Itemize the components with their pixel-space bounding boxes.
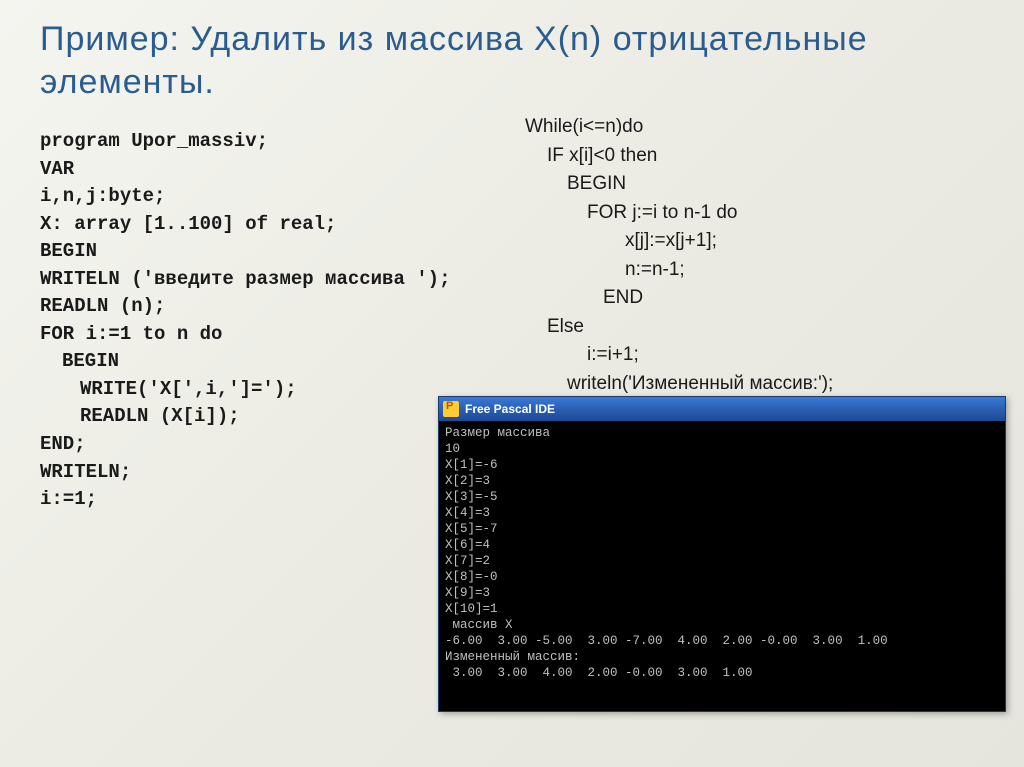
code-line: BEGIN — [525, 170, 833, 199]
ide-titlebar[interactable]: Free Pascal IDE — [439, 397, 1005, 421]
code-line: READLN (n); — [40, 293, 470, 321]
code-line: x[j]:=x[j+1]; — [525, 227, 833, 256]
code-line: program Upor_massiv; — [40, 128, 470, 156]
ide-title-text: Free Pascal IDE — [465, 402, 555, 416]
code-block-right: While(i<=n)do IF x[i]<0 then BEGIN FOR j… — [525, 113, 833, 398]
code-line: i:=1; — [40, 486, 470, 514]
code-block-left: program Upor_massiv; VAR i,n,j:byte; X: … — [40, 128, 470, 514]
code-line: i,n,j:byte; — [40, 183, 470, 211]
code-line: IF x[i]<0 then — [525, 142, 833, 171]
code-line: WRITELN; — [40, 459, 470, 487]
code-line: writeln('Измененный массив:'); — [525, 370, 833, 399]
code-line: END; — [40, 431, 470, 459]
code-line: FOR j:=i to n-1 do — [525, 199, 833, 228]
pascal-icon — [443, 401, 459, 417]
code-line: n:=n-1; — [525, 256, 833, 285]
code-line: BEGIN — [40, 238, 470, 266]
code-line: END — [525, 284, 833, 313]
slide-title: Пример: Удалить из массива X(n) отрицате… — [0, 0, 1024, 113]
code-line: While(i<=n)do — [525, 113, 833, 142]
code-line: BEGIN — [40, 348, 470, 376]
code-line: WRITELN ('введите размер массива '); — [40, 266, 470, 294]
code-line: i:=i+1; — [525, 341, 833, 370]
code-line: READLN (X[i]); — [40, 403, 470, 431]
ide-terminal: Размер массива 10 X[1]=-6 X[2]=3 X[3]=-5… — [439, 421, 1005, 711]
code-line: X: array [1..100] of real; — [40, 211, 470, 239]
code-line: Else — [525, 313, 833, 342]
code-line: FOR i:=1 to n do — [40, 321, 470, 349]
code-line: WRITE('X[',i,']='); — [40, 376, 470, 404]
code-line: VAR — [40, 156, 470, 184]
ide-window: Free Pascal IDE Размер массива 10 X[1]=-… — [438, 396, 1006, 712]
